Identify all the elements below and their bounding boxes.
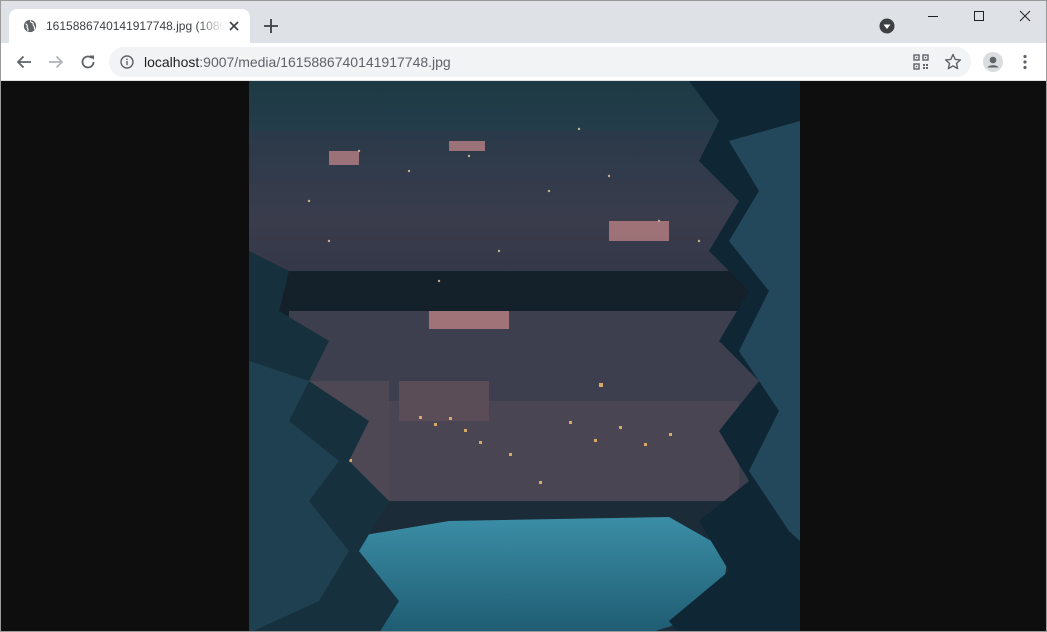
maximize-button[interactable] — [955, 1, 1001, 31]
window-close-button[interactable] — [1001, 1, 1046, 31]
menu-button[interactable] — [1010, 47, 1040, 77]
browser-window: 1615886740141917748.jpg (1080×1350) — [0, 0, 1047, 632]
close-icon[interactable] — [227, 19, 241, 33]
url-host: localhost — [144, 54, 200, 70]
minimize-button[interactable] — [909, 1, 955, 31]
profile-button[interactable] — [978, 47, 1008, 77]
tab-search-icon[interactable] — [879, 18, 895, 34]
url-path: :9007/media/1615886740141917748.jpg — [199, 54, 451, 70]
back-button[interactable] — [9, 47, 39, 77]
image-viewer — [1, 81, 1046, 631]
tab-strip: 1615886740141917748.jpg (1080×1350) — [1, 1, 1046, 43]
toolbar: localhost:9007/media/1615886740141917748… — [1, 43, 1046, 81]
tab-title: 1615886740141917748.jpg (1080×1350) — [46, 19, 224, 33]
account-icon — [983, 52, 1003, 72]
forward-arrow-icon — [49, 55, 64, 69]
address-bar[interactable]: localhost:9007/media/1615886740141917748… — [109, 47, 971, 77]
info-icon[interactable] — [120, 55, 134, 69]
reload-icon — [81, 55, 95, 69]
maximize-icon — [974, 11, 984, 21]
more-vert-icon — [1023, 54, 1027, 70]
qr-code-icon[interactable] — [911, 52, 931, 72]
minimize-icon — [928, 16, 938, 17]
night-city-photo — [249, 81, 800, 631]
plus-icon[interactable] — [260, 15, 282, 37]
tab-active[interactable]: 1615886740141917748.jpg (1080×1350) — [9, 9, 250, 43]
back-arrow-icon — [16, 55, 31, 69]
forward-button[interactable] — [41, 47, 71, 77]
star-icon[interactable] — [943, 52, 963, 72]
globe-icon — [23, 19, 37, 33]
reload-button[interactable] — [73, 47, 103, 77]
close-icon — [1019, 10, 1031, 22]
url-text[interactable]: localhost:9007/media/1615886740141917748… — [144, 54, 451, 70]
